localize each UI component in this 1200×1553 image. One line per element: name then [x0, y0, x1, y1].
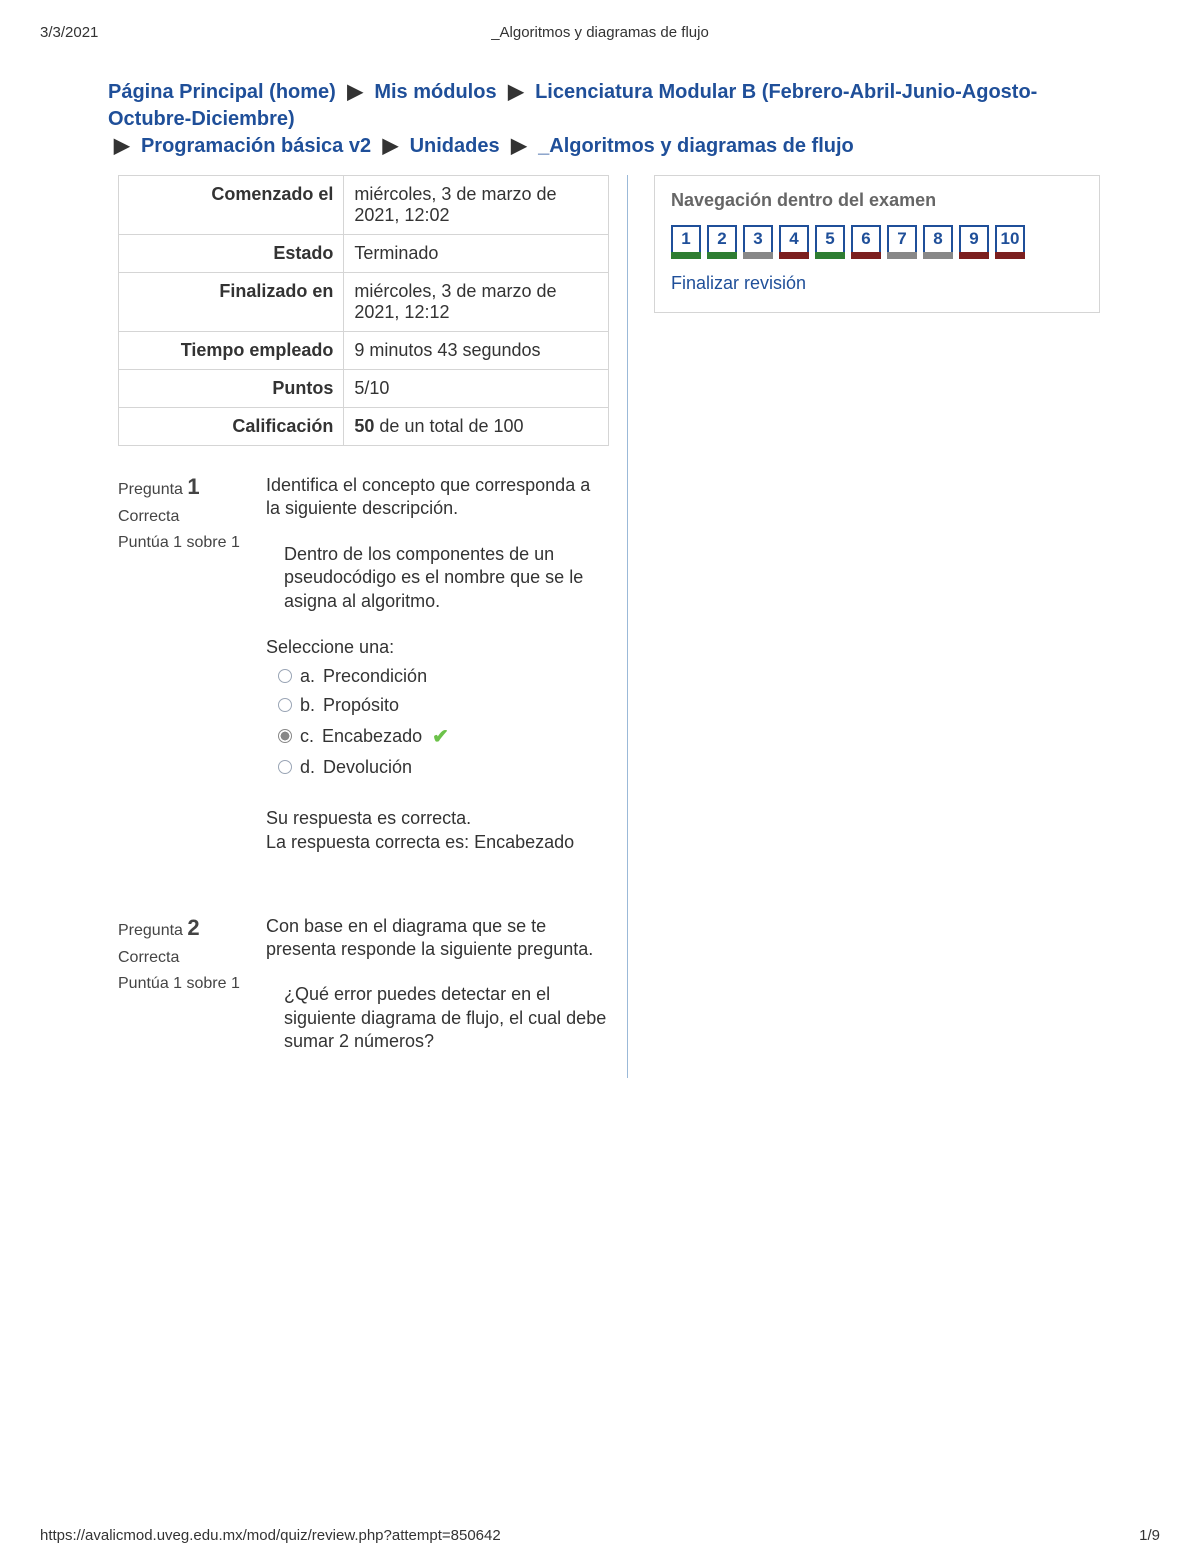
question-label: Pregunta	[118, 922, 183, 939]
question-status: Correcta	[118, 949, 266, 967]
question-prompt: Identifica el concepto que corresponda a…	[266, 474, 609, 521]
status-bar	[887, 252, 917, 259]
quiz-nav-button[interactable]: 1	[671, 225, 701, 259]
breadcrumb-home[interactable]: Página Principal (home)	[108, 81, 336, 103]
status-bar	[707, 252, 737, 259]
radio-icon	[278, 729, 292, 743]
question-number: 2	[187, 915, 199, 940]
summary-label: Finalizado en	[119, 273, 344, 332]
question-detail: Dentro de los componentes de un pseudocó…	[266, 543, 609, 613]
quiz-nav-button[interactable]: 8	[923, 225, 953, 259]
summary-value: miércoles, 3 de marzo de 2021, 12:02	[344, 176, 609, 235]
status-bar	[923, 252, 953, 259]
option-a[interactable]: a. Precondición	[278, 666, 609, 687]
option-text: Precondición	[323, 666, 427, 687]
radio-icon	[278, 669, 292, 683]
option-letter: b.	[300, 695, 315, 716]
breadcrumb-sep-icon: ▶	[505, 135, 532, 157]
quiz-nav-button[interactable]: 7	[887, 225, 917, 259]
summary-value: 9 minutos 43 segundos	[344, 332, 609, 370]
quiz-nav-title: Navegación dentro del examen	[671, 190, 1083, 211]
table-row: Calificación 50 de un total de 100	[119, 408, 609, 446]
print-url: https://avalicmod.uveg.edu.mx/mod/quiz/r…	[40, 1527, 501, 1544]
summary-label: Calificación	[119, 408, 344, 446]
question-1: Pregunta 1 Correcta Puntúa 1 sobre 1 Ide…	[118, 474, 609, 855]
breadcrumb-units[interactable]: Unidades	[410, 135, 500, 157]
option-text: Devolución	[323, 757, 412, 778]
feedback-result: Su respuesta es correcta.	[266, 806, 609, 830]
finish-review-link[interactable]: Finalizar revisión	[671, 273, 806, 293]
summary-label: Comenzado el	[119, 176, 344, 235]
quiz-nav-button[interactable]: 10	[995, 225, 1025, 259]
question-prompt: Con base en el diagrama que se te presen…	[266, 915, 609, 962]
grade-value: 50	[354, 416, 374, 436]
table-row: Finalizado en miércoles, 3 de marzo de 2…	[119, 273, 609, 332]
status-bar	[815, 252, 845, 259]
grade-total: de un total de 100	[374, 416, 523, 436]
status-bar	[671, 252, 701, 259]
question-points: Puntúa 1 sobre 1	[118, 975, 266, 993]
summary-value: Terminado	[344, 235, 609, 273]
breadcrumb-sep-icon: ▶	[502, 81, 529, 103]
radio-icon	[278, 698, 292, 712]
print-title: _Algoritmos y diagramas de flujo	[40, 24, 1160, 41]
summary-table: Comenzado el miércoles, 3 de marzo de 20…	[118, 175, 609, 446]
feedback-correct: La respuesta correcta es: Encabezado	[266, 830, 609, 854]
option-text: Encabezado	[322, 726, 422, 747]
print-page-number: 1/9	[1139, 1527, 1160, 1544]
radio-icon	[278, 760, 292, 774]
status-bar	[851, 252, 881, 259]
option-b[interactable]: b. Propósito	[278, 695, 609, 716]
check-icon: ✔	[432, 724, 449, 749]
quiz-nav-button[interactable]: 2	[707, 225, 737, 259]
breadcrumb-current[interactable]: _Algoritmos y diagramas de flujo	[538, 135, 854, 157]
quiz-nav-button[interactable]: 9	[959, 225, 989, 259]
breadcrumb-course[interactable]: Programación básica v2	[141, 135, 371, 157]
question-label: Pregunta	[118, 481, 183, 498]
quiz-nav-block: Navegación dentro del examen 12345678910…	[654, 175, 1100, 313]
table-row: Tiempo empleado 9 minutos 43 segundos	[119, 332, 609, 370]
select-one-label: Seleccione una:	[266, 637, 609, 658]
table-row: Puntos 5/10	[119, 370, 609, 408]
option-letter: d.	[300, 757, 315, 778]
breadcrumb: Página Principal (home) ▶ Mis módulos ▶ …	[100, 75, 1100, 157]
breadcrumb-modules[interactable]: Mis módulos	[374, 81, 496, 103]
quiz-nav-button[interactable]: 3	[743, 225, 773, 259]
summary-value: 5/10	[344, 370, 609, 408]
quiz-nav-button[interactable]: 5	[815, 225, 845, 259]
question-number: 1	[187, 474, 199, 499]
breadcrumb-sep-icon: ▶	[341, 81, 368, 103]
question-detail: ¿Qué error puedes detectar en el siguien…	[266, 983, 609, 1053]
summary-label: Estado	[119, 235, 344, 273]
breadcrumb-sep-icon: ▶	[108, 135, 135, 157]
option-d[interactable]: d. Devolución	[278, 757, 609, 778]
summary-label: Tiempo empleado	[119, 332, 344, 370]
breadcrumb-sep-icon: ▶	[377, 135, 404, 157]
option-c[interactable]: c. Encabezado ✔	[278, 724, 609, 749]
summary-value: 50 de un total de 100	[344, 408, 609, 446]
table-row: Comenzado el miércoles, 3 de marzo de 20…	[119, 176, 609, 235]
question-status: Correcta	[118, 508, 266, 526]
option-text: Propósito	[323, 695, 399, 716]
question-points: Puntúa 1 sobre 1	[118, 534, 266, 552]
quiz-nav-button[interactable]: 4	[779, 225, 809, 259]
table-row: Estado Terminado	[119, 235, 609, 273]
quiz-nav-grid: 12345678910	[671, 225, 1083, 259]
quiz-nav-button[interactable]: 6	[851, 225, 881, 259]
status-bar	[995, 252, 1025, 259]
option-letter: a.	[300, 666, 315, 687]
option-letter: c.	[300, 726, 314, 747]
summary-label: Puntos	[119, 370, 344, 408]
status-bar	[779, 252, 809, 259]
status-bar	[959, 252, 989, 259]
summary-value: miércoles, 3 de marzo de 2021, 12:12	[344, 273, 609, 332]
status-bar	[743, 252, 773, 259]
question-2: Pregunta 2 Correcta Puntúa 1 sobre 1 Con…	[118, 915, 609, 1078]
